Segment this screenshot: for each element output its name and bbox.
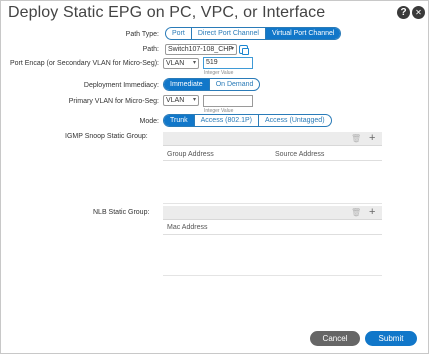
nlb-table-toolbar: 🗑 + (163, 206, 382, 220)
close-icon[interactable]: ✕ (412, 6, 425, 19)
path-type-direct-port-channel-option[interactable]: Direct Port Channel (192, 28, 266, 39)
port-encap-label: Port Encap (or Secondary VLAN for Micro-… (9, 60, 159, 67)
port-encap-type-select[interactable]: VLAN ▾ (163, 58, 199, 69)
mode-trunk-option[interactable]: Trunk (164, 115, 195, 126)
add-icon[interactable]: + (369, 206, 375, 219)
help-icon[interactable]: ? (397, 6, 410, 19)
dialog-title: Deploy Static EPG on PC, VPC, or Interfa… (8, 4, 326, 21)
igmp-header-divider (163, 160, 382, 161)
deployment-immediacy-selector: Immediate On Demand (163, 78, 261, 91)
path-select[interactable]: Switch107-108_CHF ▾ (165, 44, 237, 55)
nlb-group-label: NLB Static Group: (93, 209, 150, 216)
mode-access-8021p-option[interactable]: Access (802.1P) (195, 115, 259, 126)
nlb-group-table: 🗑 + Mac Address (163, 206, 382, 276)
igmp-group-table: 🗑 + Group Address Source Address (163, 132, 382, 204)
path-type-virtual-port-channel-option[interactable]: Virtual Port Channel (265, 28, 341, 39)
igmp-group-label: IGMP Snoop Static Group: (65, 133, 148, 140)
deploy-static-epg-dialog: Deploy Static EPG on PC, VPC, or Interfa… (0, 0, 429, 354)
mode-access-untagged-option[interactable]: Access (Untagged) (259, 115, 331, 126)
chevron-down-icon: ▾ (192, 97, 196, 103)
path-type-selector: Port Direct Port Channel Virtual Port Ch… (165, 27, 342, 40)
immediacy-on-demand-option[interactable]: On Demand (210, 79, 260, 90)
primary-vlan-input[interactable] (203, 95, 253, 107)
path-select-value: Switch107-108_CHF (168, 46, 233, 53)
igmp-table-toolbar: 🗑 + (163, 132, 382, 146)
primary-vlan-type-select[interactable]: VLAN ▾ (163, 95, 199, 106)
path-label: Path: (142, 46, 159, 53)
nlb-header-divider (163, 234, 382, 235)
primary-vlan-label: Primary VLAN for Micro-Seg: (68, 98, 159, 105)
deployment-immediacy-label: Deployment Immediacy: (83, 82, 159, 89)
port-encap-type-value: VLAN (166, 60, 185, 67)
open-link-icon[interactable] (239, 45, 249, 55)
igmp-column-source-address: Source Address (275, 151, 325, 158)
mode-label: Mode: (139, 118, 159, 125)
chevron-down-icon: ▾ (230, 46, 234, 52)
add-icon[interactable]: + (369, 132, 375, 145)
submit-button[interactable]: Submit (365, 331, 417, 346)
immediacy-immediate-option[interactable]: Immediate (164, 79, 210, 90)
igmp-column-group-address: Group Address (167, 151, 214, 158)
chevron-down-icon: ▾ (192, 60, 196, 66)
port-encap-hint: Integer Value (204, 70, 234, 76)
primary-vlan-type-value: VLAN (166, 97, 185, 104)
igmp-table-bottom (163, 203, 382, 204)
nlb-column-mac-address: Mac Address (167, 224, 208, 231)
trash-icon[interactable]: 🗑 (351, 134, 361, 143)
path-type-label: Path Type: (125, 31, 159, 38)
path-type-port-option[interactable]: Port (166, 28, 192, 39)
port-encap-input[interactable]: 519 (203, 57, 253, 69)
nlb-table-bottom (163, 275, 382, 276)
cancel-button[interactable]: Cancel (310, 331, 360, 346)
trash-icon[interactable]: 🗑 (351, 208, 361, 217)
mode-selector: Trunk Access (802.1P) Access (Untagged) (163, 114, 332, 127)
